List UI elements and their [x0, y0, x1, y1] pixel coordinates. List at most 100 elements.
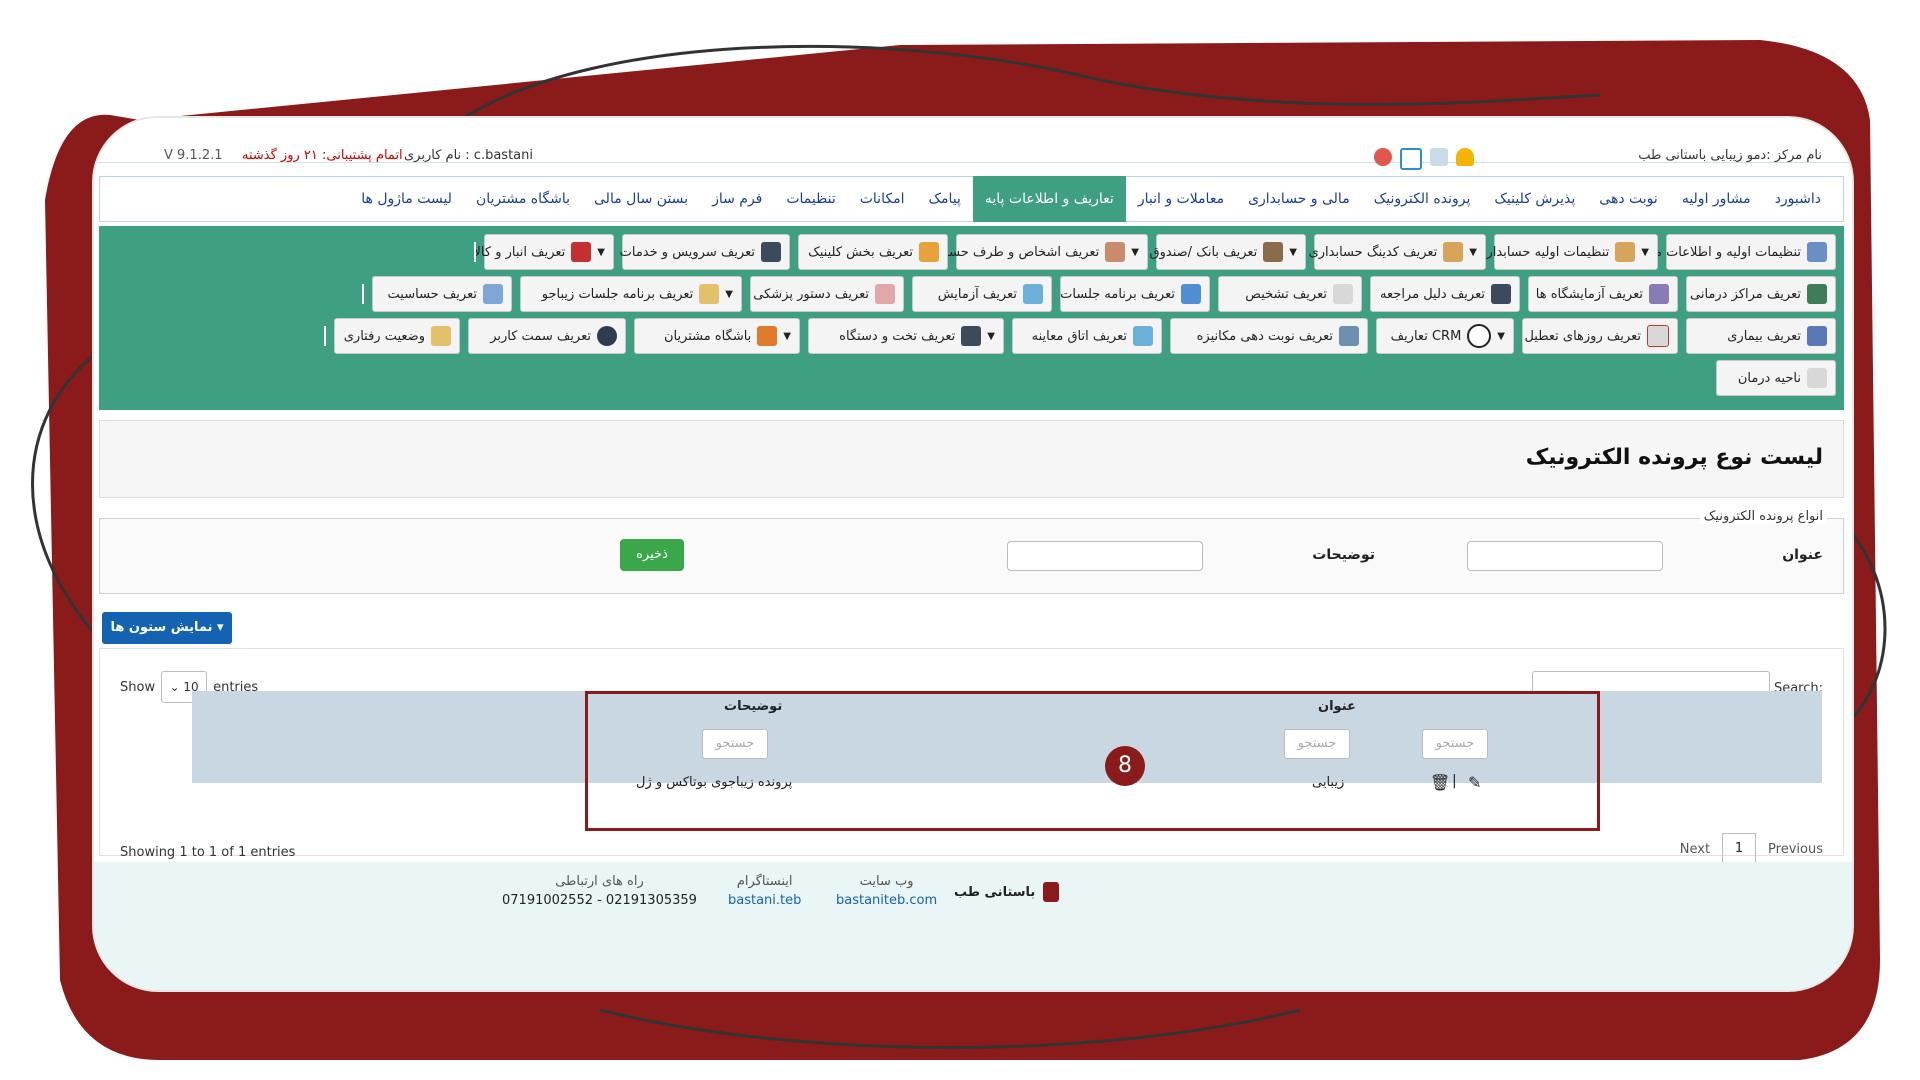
nav-item-club[interactable]: باشگاه مشتریان	[464, 176, 582, 222]
title-input[interactable]	[1467, 541, 1663, 571]
nav-item-sms[interactable]: پیامک	[916, 176, 972, 222]
box-icon	[571, 242, 592, 262]
submenu-coding[interactable]: ▼ تعریف کدینگ حسابداری	[1309, 234, 1486, 270]
nav-item-e-record[interactable]: پرونده الکترونیک	[1362, 176, 1483, 222]
submenu-exam-room[interactable]: تعریف اتاق معاینه	[1012, 318, 1162, 354]
submenu-services[interactable]: تعریف سرویس و خدمات	[620, 234, 790, 270]
person-icon	[1105, 242, 1126, 262]
nav-item-modules[interactable]: لیست ماژول ها	[349, 176, 464, 222]
power-icon[interactable]	[1374, 148, 1392, 166]
chevron-down-icon: ▼	[725, 288, 733, 300]
submenu-treatment-area[interactable]: ناحیه درمان	[1716, 360, 1836, 396]
submenu-auto-queue[interactable]: تعریف نوبت دهی مکانیزه	[1170, 318, 1368, 354]
submenu-beauty-sessions[interactable]: ▼ تعریف برنامه جلسات زیباجو	[520, 276, 742, 312]
submenu-allergy[interactable]: تعریف حساسیت	[372, 276, 512, 312]
instagram-link[interactable]: bastani.teb	[728, 893, 801, 908]
calendar-icon	[1647, 325, 1669, 347]
center-name: نام مرکز :دمو زیبایی باستانی طب	[1638, 148, 1822, 163]
submenu-labs[interactable]: تعریف آزمایشگاه ها	[1528, 276, 1678, 312]
submenu-crm[interactable]: ▼ تعاریف CRM	[1376, 318, 1514, 354]
nav-item-consultant[interactable]: مشاور اولیه	[1670, 176, 1763, 222]
chevron-down-icon: ⌄	[169, 680, 180, 694]
footer-instagram: اینستاگرام bastani.teb	[728, 874, 802, 908]
submenu-persons[interactable]: ▼ تعریف اشخاص و طرف حساب	[933, 234, 1148, 270]
checkbox-icon[interactable]	[1400, 148, 1422, 170]
show-columns-button[interactable]: نمایش ستون ها ▾	[102, 612, 232, 644]
form-legend: انواع پرونده الکترونیک	[1699, 509, 1827, 524]
username: نام کاربری : c.bastani	[404, 148, 533, 163]
submenu-behavior[interactable]: وضعیت رفتاری	[334, 318, 460, 354]
bed-icon	[961, 326, 982, 346]
bank-icon	[1263, 242, 1284, 262]
nav-item-close-year[interactable]: بستن سال مالی	[582, 176, 700, 222]
nav-item-inventory[interactable]: معاملات و انبار	[1126, 176, 1236, 222]
message-icon[interactable]	[1430, 148, 1448, 166]
next-button[interactable]: Next	[1680, 842, 1710, 857]
room-icon	[1133, 326, 1153, 346]
submenu-sessions[interactable]: تعریف برنامه جلسات	[1060, 276, 1210, 312]
bell-icon[interactable]	[1456, 148, 1474, 166]
footer: باستانی طب وب سایت bastaniteb.com اینستا…	[94, 862, 1852, 990]
nav-item-settings[interactable]: تنظیمات	[774, 176, 847, 222]
submenu-disease[interactable]: تعریف بیماری	[1686, 318, 1836, 354]
group-icon	[757, 326, 778, 346]
submenu-accounting-settings[interactable]: ▼ تنظیمات اولیه حسابداری	[1476, 234, 1658, 270]
coding-icon	[1443, 242, 1464, 262]
flask-icon	[1023, 284, 1043, 304]
submenu-medical-centers[interactable]: تعریف مراکز درمانی	[1686, 276, 1836, 312]
nav-item-features[interactable]: امکانات	[848, 176, 917, 222]
nav-item-definitions[interactable]: تعاریف و اطلاعات پایه	[972, 176, 1126, 222]
submenu-prescription[interactable]: تعریف دستور پزشکی	[750, 276, 904, 312]
footer-brand: باستانی طب	[954, 882, 1060, 902]
submenu-diagnosis[interactable]: تعریف تشخیص	[1218, 276, 1362, 312]
chevron-down-icon: ▼	[1469, 246, 1477, 258]
beauty-icon	[699, 284, 720, 304]
nav-item-form-builder[interactable]: فرم ساز	[700, 176, 774, 222]
submenu-test[interactable]: تعریف آزمایش	[912, 276, 1052, 312]
highlight-frame	[585, 691, 1600, 831]
bottle-icon	[875, 284, 895, 304]
record-type-form: انواع پرونده الکترونیک عنوان توضیحات ذخی…	[99, 509, 1844, 594]
version-text: V 9.1.2.1	[164, 148, 223, 163]
page-1-button[interactable]: 1	[1722, 833, 1757, 865]
step-badge: 8	[1105, 746, 1145, 786]
description-label: توضیحات	[1312, 547, 1375, 563]
website-link[interactable]: bastaniteb.com	[836, 893, 937, 908]
settings-icon	[1615, 242, 1636, 262]
reason-icon	[1491, 284, 1511, 304]
clinic-icon	[1807, 284, 1827, 304]
submenu-user-role[interactable]: تعریف سمت کاربر	[468, 318, 626, 354]
diagnosis-icon	[1333, 284, 1353, 304]
allergy-icon	[483, 284, 503, 304]
data-table-panel: Show ⌄ 10 entries Search: عنوان توضیحات …	[99, 648, 1844, 865]
submenu-clinic-section[interactable]: تعریف بخش کلینیک	[798, 234, 948, 270]
footer-website: وب سایت bastaniteb.com	[836, 874, 938, 908]
nav-item-appointments[interactable]: نوبت دهی	[1587, 176, 1670, 222]
top-icons	[1374, 148, 1474, 170]
patient-icon	[1807, 326, 1827, 346]
chevron-down-icon: ▼	[987, 330, 995, 342]
nav-item-reception[interactable]: پذیرش کلینیک	[1482, 176, 1587, 222]
brand-name: باستانی طب	[954, 884, 1036, 900]
submenu-bank[interactable]: ▼ تعریف بانک /صندوق	[1150, 234, 1306, 270]
save-button[interactable]: ذخیره	[620, 539, 684, 571]
grid-icon	[919, 242, 939, 262]
submenu-holidays[interactable]: تعریف روزهای تعطیل	[1522, 318, 1678, 354]
nav-item-dashboard[interactable]: داشبورد	[1763, 176, 1833, 222]
lab-icon	[1649, 284, 1669, 304]
title-label: عنوان	[1782, 547, 1823, 563]
nav-item-finance[interactable]: مالی و حسابداری	[1236, 176, 1362, 222]
definitions-submenu: تنظیمات اولیه و اطلاعات مرکز ▼ تنظیمات او…	[99, 226, 1844, 410]
submenu-bed-device[interactable]: ▼ تعریف تخت و دستگاه	[808, 318, 1004, 354]
submenu-club[interactable]: ▼ باشگاه مشتریان	[634, 318, 800, 354]
submenu-warehouse[interactable]: ▼ تعریف انبار و کالا	[474, 234, 614, 270]
chevron-down-icon: ▼	[1497, 330, 1505, 342]
submenu-center-settings[interactable]: تنظیمات اولیه و اطلاعات مرکز	[1634, 234, 1836, 270]
app-window: V 9.1.2.1 اتمام پشتیبانی: ۲۱ روز گذشته ن…	[94, 118, 1852, 990]
chevron-down-icon: ▼	[1289, 246, 1297, 258]
submenu-visit-reason[interactable]: تعریف دلیل مراجعه	[1370, 276, 1520, 312]
previous-button[interactable]: Previous	[1768, 842, 1823, 857]
chevron-down-icon: ▼	[597, 246, 605, 258]
behavior-icon	[431, 326, 451, 346]
description-input[interactable]	[1007, 541, 1203, 571]
